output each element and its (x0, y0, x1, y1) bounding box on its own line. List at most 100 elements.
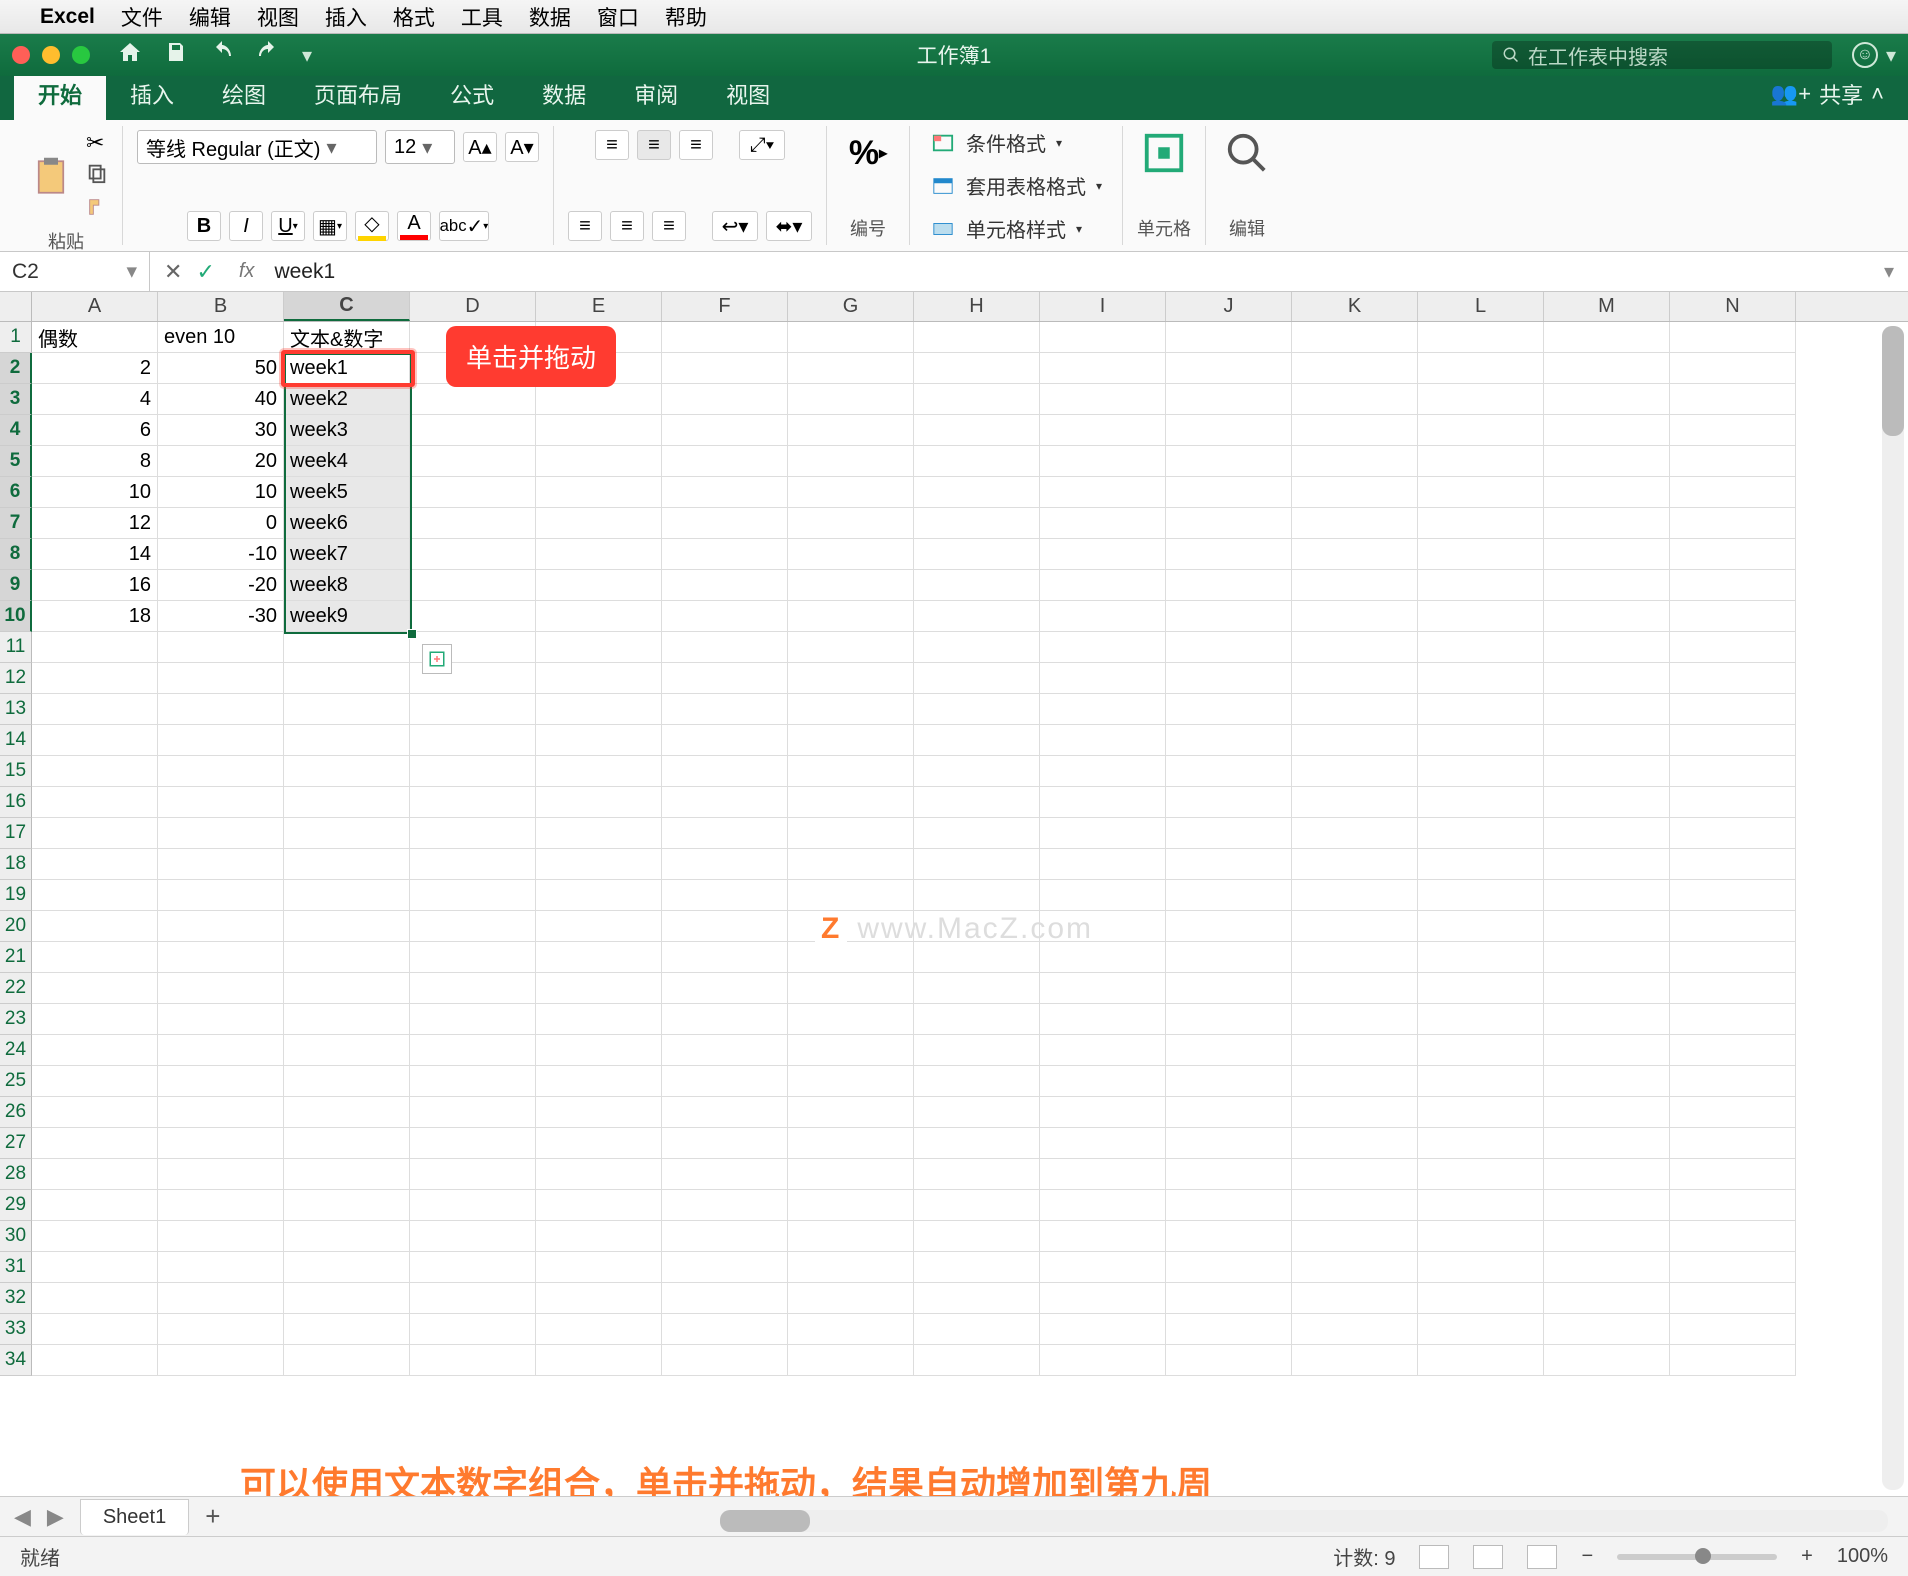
cell[interactable] (1040, 787, 1166, 818)
cell[interactable] (1040, 756, 1166, 787)
cell[interactable] (1166, 1345, 1292, 1376)
cell[interactable] (662, 818, 788, 849)
cell[interactable] (536, 694, 662, 725)
cell[interactable] (536, 1314, 662, 1345)
cell[interactable] (1292, 663, 1418, 694)
cell[interactable] (788, 756, 914, 787)
row-header[interactable]: 34 (0, 1345, 32, 1376)
cell[interactable] (914, 1190, 1040, 1221)
zoom-in-icon[interactable]: + (1801, 1545, 1813, 1568)
cell[interactable] (1670, 632, 1796, 663)
cell[interactable] (1166, 632, 1292, 663)
cell[interactable] (1544, 1066, 1670, 1097)
row-header[interactable]: 32 (0, 1283, 32, 1314)
cell[interactable] (410, 1221, 536, 1252)
cell[interactable] (1418, 1221, 1544, 1252)
cell[interactable] (1418, 1314, 1544, 1345)
cell[interactable] (158, 632, 284, 663)
cell[interactable] (158, 911, 284, 942)
cell[interactable] (1670, 849, 1796, 880)
cell[interactable] (284, 1128, 410, 1159)
cell[interactable] (1544, 384, 1670, 415)
cell[interactable] (32, 880, 158, 911)
align-left-icon[interactable]: ≡ (568, 211, 602, 241)
cell[interactable]: 12 (32, 508, 158, 539)
cell[interactable] (1292, 477, 1418, 508)
cell[interactable] (284, 1221, 410, 1252)
cell[interactable] (536, 1097, 662, 1128)
cell[interactable] (662, 446, 788, 477)
cell[interactable] (32, 1190, 158, 1221)
cell[interactable] (914, 1159, 1040, 1190)
cell[interactable] (284, 694, 410, 725)
cell[interactable] (1544, 1314, 1670, 1345)
cell[interactable] (1166, 663, 1292, 694)
cell[interactable] (410, 1190, 536, 1221)
cell[interactable] (662, 322, 788, 353)
cell[interactable] (32, 1252, 158, 1283)
cell[interactable] (32, 818, 158, 849)
cell[interactable] (284, 1314, 410, 1345)
cell[interactable] (788, 694, 914, 725)
cell[interactable] (32, 973, 158, 1004)
cell[interactable] (410, 601, 536, 632)
cell[interactable] (1670, 1314, 1796, 1345)
cell[interactable] (788, 1190, 914, 1221)
cell[interactable] (662, 415, 788, 446)
cell[interactable] (410, 1314, 536, 1345)
cell[interactable] (1544, 663, 1670, 694)
menu-file[interactable]: 文件 (121, 2, 163, 32)
cell[interactable] (1418, 756, 1544, 787)
cell[interactable] (1292, 1190, 1418, 1221)
orientation-icon[interactable]: ⤢▾ (739, 130, 785, 160)
cell[interactable] (410, 1004, 536, 1035)
cell[interactable] (284, 942, 410, 973)
cell[interactable] (788, 973, 914, 1004)
cell[interactable] (536, 756, 662, 787)
cell[interactable] (1040, 1004, 1166, 1035)
cell[interactable] (1670, 601, 1796, 632)
merge-icon[interactable]: ⬌▾ (766, 211, 812, 241)
cell[interactable] (536, 477, 662, 508)
cell[interactable] (536, 508, 662, 539)
cell[interactable] (1040, 539, 1166, 570)
cell[interactable] (788, 384, 914, 415)
cell[interactable] (914, 477, 1040, 508)
cell[interactable] (1040, 725, 1166, 756)
cell[interactable] (1040, 1035, 1166, 1066)
cell[interactable] (536, 384, 662, 415)
insert-cells-icon[interactable] (1137, 126, 1191, 180)
row-header[interactable]: 26 (0, 1097, 32, 1128)
cell[interactable] (914, 322, 1040, 353)
cell[interactable] (1670, 508, 1796, 539)
cell[interactable] (410, 1252, 536, 1283)
cell[interactable] (1544, 446, 1670, 477)
cell[interactable] (914, 415, 1040, 446)
row-header[interactable]: 27 (0, 1128, 32, 1159)
cell[interactable] (1418, 508, 1544, 539)
cell[interactable] (1166, 1097, 1292, 1128)
undo-icon[interactable] (210, 40, 234, 70)
cell[interactable] (914, 632, 1040, 663)
cell[interactable] (662, 477, 788, 508)
cell[interactable] (1544, 911, 1670, 942)
row-header[interactable]: 31 (0, 1252, 32, 1283)
cell[interactable] (662, 1345, 788, 1376)
cell[interactable]: 8 (32, 446, 158, 477)
row-header[interactable]: 11 (0, 632, 32, 663)
cell[interactable] (662, 601, 788, 632)
view-normal-icon[interactable] (1419, 1545, 1449, 1569)
cell[interactable] (1418, 911, 1544, 942)
cell[interactable] (662, 973, 788, 1004)
cell[interactable] (536, 1128, 662, 1159)
cell[interactable] (914, 1097, 1040, 1128)
cell[interactable] (1544, 1097, 1670, 1128)
cell[interactable]: 6 (32, 415, 158, 446)
cell[interactable] (32, 1066, 158, 1097)
cell[interactable] (410, 1345, 536, 1376)
cell[interactable] (1292, 322, 1418, 353)
cell[interactable] (914, 353, 1040, 384)
cell[interactable] (1418, 632, 1544, 663)
cell[interactable] (32, 1221, 158, 1252)
cell[interactable] (662, 1252, 788, 1283)
